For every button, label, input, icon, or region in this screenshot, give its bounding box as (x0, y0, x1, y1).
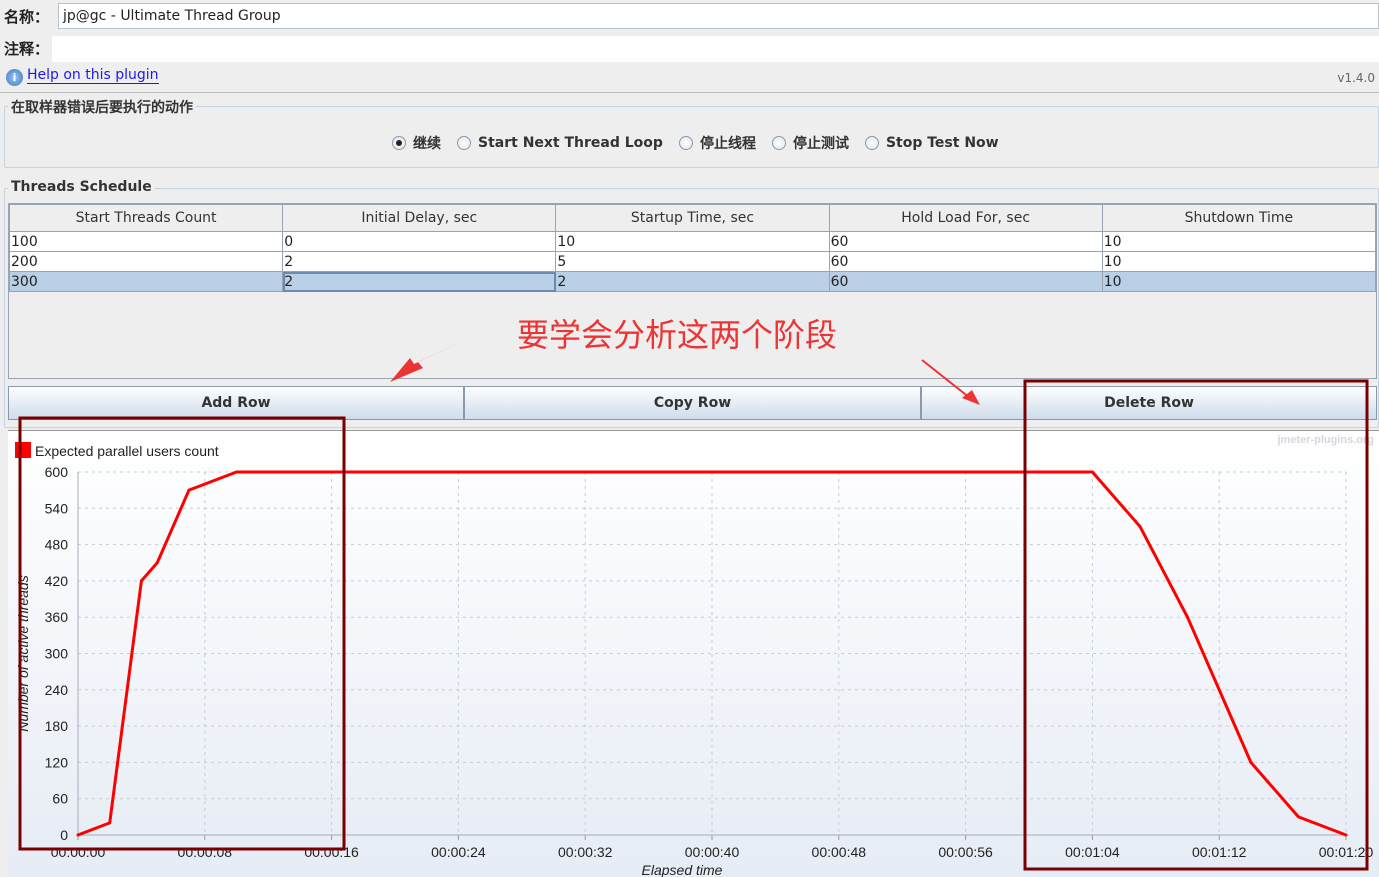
x-tick-label: 00:00:40 (685, 844, 740, 860)
x-axis-label: Elapsed time (642, 862, 723, 877)
jmeter-plugins-watermark: jmeter-plugins.org (1276, 434, 1374, 446)
y-tick-label: 480 (45, 537, 69, 553)
legend-label: Expected parallel users count (35, 443, 219, 459)
data-point (108, 821, 112, 825)
x-tick-label: 00:00:56 (938, 844, 993, 860)
y-tick-label: 120 (45, 754, 69, 770)
data-point (76, 833, 80, 837)
data-point (187, 488, 191, 492)
y-axis-label: Number of active threads (15, 575, 31, 731)
x-tick-label: 00:00:08 (178, 844, 233, 860)
data-point (1344, 833, 1348, 837)
y-tick-label: 600 (45, 464, 69, 480)
data-point (1186, 615, 1189, 619)
annotation-text: 要学会分析这两个阶段 (517, 316, 838, 354)
data-point (1249, 760, 1253, 764)
data-point (139, 579, 143, 583)
y-tick-label: 420 (45, 573, 69, 589)
y-tick-label: 540 (45, 500, 69, 516)
x-tick-label: 00:00:16 (304, 844, 359, 860)
y-tick-label: 240 (45, 682, 69, 698)
y-tick-label: 180 (45, 718, 69, 734)
y-tick-label: 0 (60, 827, 68, 843)
legend-swatch (15, 442, 31, 458)
x-tick-label: 00:01:20 (1319, 844, 1374, 860)
x-tick-label: 00:00:32 (558, 844, 613, 860)
x-tick-label: 00:01:12 (1192, 844, 1247, 860)
data-point (1296, 815, 1300, 819)
threads-chart: 0 60 120 180 240 300 360 420 480 540 600 00:00:00 00… (15, 434, 1374, 877)
data-point (235, 470, 238, 474)
data-point (1138, 524, 1142, 528)
y-tick-label: 60 (52, 791, 68, 807)
y-tick-label: 300 (45, 646, 69, 662)
x-tick-label: 00:00:00 (51, 844, 106, 860)
y-tick-label: 360 (45, 609, 69, 625)
x-tick-label: 00:00:48 (812, 844, 867, 860)
x-tick-label: 00:00:24 (431, 844, 486, 860)
data-point (155, 561, 159, 565)
x-tick-label: 00:01:04 (1065, 844, 1120, 860)
data-point (1090, 470, 1094, 474)
